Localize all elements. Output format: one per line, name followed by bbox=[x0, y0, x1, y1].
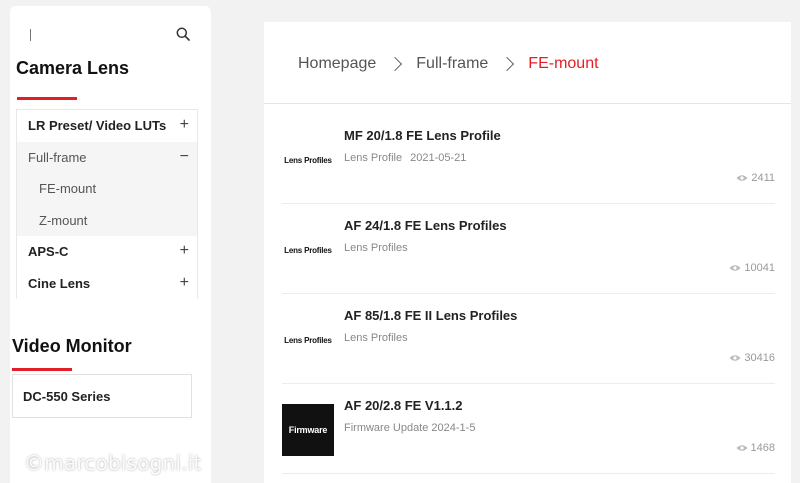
search-bar bbox=[10, 6, 211, 54]
search-input[interactable] bbox=[30, 29, 31, 41]
sidebar: Camera Lens LR Preset/ Video LUTs + Full… bbox=[10, 6, 211, 483]
eye-icon bbox=[736, 445, 748, 451]
item-title[interactable]: AF 20/2.8 FE V1.1.2 bbox=[344, 398, 463, 413]
menu-item-z-mount[interactable]: Z-mount bbox=[17, 204, 197, 236]
view-count-value: 10041 bbox=[744, 262, 775, 274]
item-category: Lens Profiles bbox=[344, 332, 408, 344]
menu-item-label: Cine Lens bbox=[28, 275, 91, 291]
item-category: Lens Profile bbox=[344, 152, 403, 164]
eye-icon bbox=[736, 175, 748, 181]
thumbnail[interactable]: Firmware bbox=[282, 404, 334, 456]
view-count-value: 30416 bbox=[744, 352, 775, 364]
item-meta: Lens Profile 2021-05-21 bbox=[344, 152, 466, 164]
breadcrumb-homepage[interactable]: Homepage bbox=[298, 55, 376, 73]
view-count: 30416 bbox=[729, 352, 775, 364]
breadcrumb: Homepage Full-frame FE-mount bbox=[298, 55, 599, 73]
thumbnail[interactable]: Lens Profiles bbox=[282, 134, 334, 186]
menu-item-label: FE-mount bbox=[39, 181, 97, 197]
item-meta: Lens Profiles bbox=[344, 242, 408, 254]
list-item[interactable]: Lens Profiles MF 20/1.8 FE Lens Profile … bbox=[282, 114, 775, 204]
list-item[interactable]: Lens Profiles AF 85/1.8 FE II Lens Profi… bbox=[282, 294, 775, 384]
view-count-value: 1468 bbox=[750, 442, 775, 454]
eye-icon bbox=[729, 265, 741, 271]
category-title-underline bbox=[17, 97, 77, 100]
item-category: Lens Profiles bbox=[344, 242, 408, 254]
menu-item-label: Z-mount bbox=[39, 212, 88, 228]
thumbnail[interactable]: Lens Profiles bbox=[282, 314, 334, 366]
menu-item-dc-550[interactable]: DC-550 Series bbox=[23, 389, 110, 404]
expand-icon[interactable]: + bbox=[180, 274, 189, 292]
video-monitor-title: Video Monitor bbox=[12, 336, 132, 356]
list-item[interactable]: Lens Profiles AF 24/1.8 FE Lens Profiles… bbox=[282, 204, 775, 294]
video-monitor-menu: DC-550 Series bbox=[12, 374, 192, 418]
category-menu: LR Preset/ Video LUTs + Full-frame − FE-… bbox=[16, 109, 198, 299]
view-count: 10041 bbox=[729, 262, 775, 274]
menu-item-label: APS-C bbox=[28, 244, 69, 260]
item-title[interactable]: AF 85/1.8 FE II Lens Profiles bbox=[344, 308, 517, 323]
menu-item-label: Full-frame bbox=[28, 149, 87, 165]
item-title[interactable]: AF 24/1.8 FE Lens Profiles bbox=[344, 218, 507, 233]
item-date: 2024-1-5 bbox=[431, 422, 476, 434]
menu-item-lr-preset[interactable]: LR Preset/ Video LUTs + bbox=[17, 110, 197, 142]
breadcrumb-current: FE-mount bbox=[528, 55, 599, 72]
collapse-icon[interactable]: − bbox=[180, 148, 189, 166]
item-title[interactable]: MF 20/1.8 FE Lens Profile bbox=[344, 128, 501, 143]
view-count: 1468 bbox=[736, 442, 775, 454]
item-category: Firmware Update bbox=[344, 422, 429, 434]
search-icon[interactable] bbox=[176, 27, 190, 41]
item-meta: Firmware Update 2024-1-5 bbox=[344, 422, 475, 434]
thumbnail[interactable]: Lens Profiles bbox=[282, 224, 334, 276]
divider bbox=[264, 103, 791, 104]
chevron-right-icon bbox=[390, 56, 400, 72]
menu-item-aps-c[interactable]: APS-C + bbox=[17, 236, 197, 268]
list-item[interactable]: Firmware AF 20/2.8 FE V1.1.2 Firmware Up… bbox=[282, 384, 775, 474]
category-title: Camera Lens bbox=[16, 58, 130, 78]
view-count-value: 2411 bbox=[751, 172, 775, 184]
menu-item-full-frame[interactable]: Full-frame − bbox=[17, 141, 197, 173]
expand-icon[interactable]: + bbox=[180, 242, 189, 260]
eye-icon bbox=[729, 355, 741, 361]
watermark: ©marcobisogni.it bbox=[24, 451, 202, 475]
article-list: Lens Profiles MF 20/1.8 FE Lens Profile … bbox=[282, 114, 775, 474]
menu-item-cine-lens[interactable]: Cine Lens + bbox=[17, 268, 197, 300]
menu-item-fe-mount[interactable]: FE-mount bbox=[17, 173, 197, 205]
view-count: 2411 bbox=[736, 172, 775, 184]
expand-icon[interactable]: + bbox=[180, 116, 189, 134]
breadcrumb-full-frame[interactable]: Full-frame bbox=[416, 55, 488, 73]
item-date: 2021-05-21 bbox=[410, 152, 467, 164]
main-content: Homepage Full-frame FE-mount Lens Profil… bbox=[264, 22, 791, 483]
chevron-right-icon bbox=[502, 56, 512, 72]
menu-item-label: LR Preset/ Video LUTs bbox=[28, 118, 167, 134]
video-monitor-title-underline bbox=[12, 368, 72, 371]
item-meta: Lens Profiles bbox=[344, 332, 408, 344]
